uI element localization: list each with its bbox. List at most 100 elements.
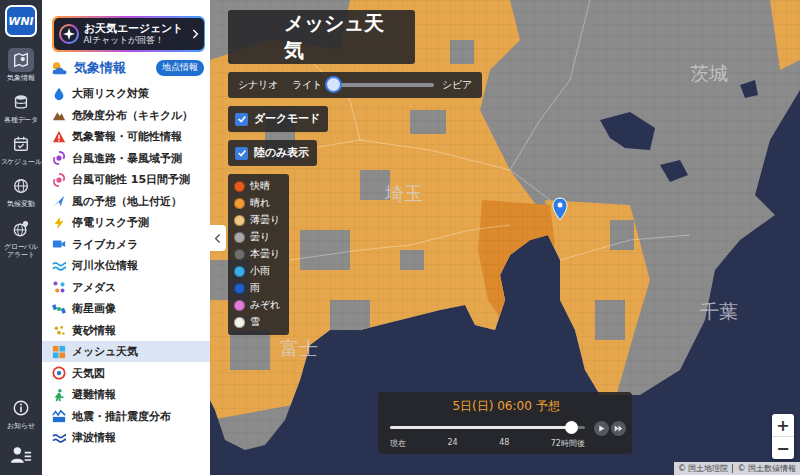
forecast-time: 5日(日) 06:00 予想 <box>386 398 626 415</box>
menu-item[interactable]: アメダス <box>42 276 210 298</box>
scenario-track[interactable] <box>330 83 434 87</box>
menu-item[interactable]: 大雨リスク対策 <box>42 83 210 105</box>
rail-item[interactable]: 各種データ <box>0 87 42 129</box>
attribution-item[interactable]: © 国土数値情報 <box>737 463 796 474</box>
zoom-button[interactable]: − <box>772 436 794 459</box>
play-icon <box>597 424 606 433</box>
legend-dot <box>234 283 245 294</box>
rail-item[interactable]: グローバル アラート <box>0 214 42 264</box>
legend-item: 本曇り <box>234 248 280 261</box>
menu-item[interactable]: 河川水位情報 <box>42 255 210 277</box>
rail-item[interactable]: 気候変動 <box>0 171 42 213</box>
legend-dot <box>234 249 245 260</box>
side-panel: お天気エージェントAIチャットが回答！気象情報地点情報大雨リスク対策危険度分布（… <box>42 0 210 475</box>
menu-item[interactable]: 風の予想（地上付近） <box>42 190 210 212</box>
legend-dot <box>234 232 245 243</box>
map-view[interactable]: 埼玉茨城千葉富士メッシュ天気シナリオライトシビアダークモード陸のみ表示快晴晴れ薄… <box>210 0 800 475</box>
agent-title: お天気エージェント <box>84 22 186 36</box>
map-label: 千葉 <box>700 300 738 322</box>
user-menu-icon <box>10 445 32 464</box>
legend-dot <box>234 215 245 226</box>
wni-logo[interactable]: WNI <box>5 5 37 37</box>
fast-forward-button[interactable] <box>611 421 626 436</box>
database-icon <box>12 93 30 111</box>
notice-button[interactable]: お知らせ <box>0 393 42 435</box>
legend-dot <box>234 181 245 192</box>
legend-dot <box>234 317 245 328</box>
checkbox[interactable] <box>235 113 248 126</box>
rail-item[interactable]: 気象情報 <box>0 45 42 87</box>
grid-icon <box>52 345 66 359</box>
menu-item[interactable]: 地震・推計震度分布 <box>42 405 210 427</box>
menu-item[interactable]: 台風進路・暴風域予測 <box>42 147 210 169</box>
sat-icon <box>52 302 66 316</box>
menu-item[interactable]: ライブカメラ <box>42 233 210 255</box>
legend-dot <box>234 300 245 311</box>
account-menu-button[interactable] <box>0 435 42 469</box>
legend-item: 曇り <box>234 231 280 244</box>
menu-item[interactable]: 台風可能性 15日間予測 <box>42 169 210 191</box>
check-icon <box>237 114 247 124</box>
play-button[interactable] <box>594 421 609 436</box>
map-icon <box>12 51 30 69</box>
menu-item[interactable]: 津波情報 <box>42 427 210 449</box>
icon-rail: WNI 気象情報各種データスケジュール気候変動グローバル アラートお知らせ <box>0 0 42 475</box>
attribution: © 国土地理院 © 国土数値情報 <box>674 462 800 475</box>
menu-item[interactable]: 避難情報 <box>42 384 210 406</box>
agent-banner[interactable]: お天気エージェントAIチャットが回答！ <box>52 16 205 52</box>
scenario-thumb[interactable] <box>327 78 340 91</box>
tri-icon <box>52 108 66 122</box>
legend-item: 薄曇り <box>234 214 280 227</box>
collapse-panel-button[interactable] <box>210 225 226 251</box>
menu-item[interactable]: 停電リスク予測 <box>42 212 210 234</box>
time-tick: 72時間後 <box>551 438 585 449</box>
chevron-right-icon <box>191 28 199 40</box>
scenario-slider[interactable]: シナリオライトシビア <box>228 72 482 98</box>
legend: 快晴晴れ薄曇り曇り本曇り小雨雨みぞれ雪 <box>228 174 289 335</box>
map-title: メッシュ天気 <box>228 10 415 64</box>
menu-item[interactable]: 危険度分布（キキクル） <box>42 104 210 126</box>
sand-icon <box>52 323 66 337</box>
location-info-button[interactable]: 地点情報 <box>156 60 204 76</box>
legend-item: 快晴 <box>234 180 280 193</box>
wave-icon <box>52 259 66 273</box>
zoom-button[interactable]: + <box>772 414 794 436</box>
circle-icon <box>52 366 66 380</box>
menu-item[interactable]: 天気図 <box>42 362 210 384</box>
spiral-icon <box>52 151 66 165</box>
globe-icon <box>12 177 30 195</box>
menu-item[interactable]: 衛星画像 <box>42 298 210 320</box>
toggle-checkbox[interactable]: 陸のみ表示 <box>228 140 317 166</box>
map-label: 埼玉 <box>384 182 423 204</box>
chevron-left-icon <box>214 233 222 244</box>
dots-icon <box>52 280 66 294</box>
menu-item[interactable]: メッシュ天気 <box>42 341 210 363</box>
bolt-icon <box>52 216 66 230</box>
menu-item[interactable]: 黄砂情報 <box>42 319 210 341</box>
toggle-checkbox[interactable]: ダークモード <box>228 106 328 132</box>
check-icon <box>237 148 247 158</box>
weather-icon <box>50 60 70 77</box>
legend-item: 小雨 <box>234 265 280 278</box>
time-slider[interactable] <box>390 426 585 429</box>
rail-item[interactable]: スケジュール <box>0 129 42 171</box>
location-pin-icon[interactable] <box>553 198 567 220</box>
zoom-control: +− <box>772 414 794 459</box>
spiral-icon <box>52 173 66 187</box>
weather-app: WNI 気象情報各種データスケジュール気候変動グローバル アラートお知らせ お天気エ… <box>0 0 800 475</box>
arrow-icon <box>52 194 66 208</box>
map-label: 富士 <box>280 337 318 359</box>
cam-icon <box>52 237 66 251</box>
map-label: 茨城 <box>690 62 728 84</box>
checkbox[interactable] <box>235 147 248 160</box>
menu-list: 大雨リスク対策危険度分布（キキクル）気象警報・可能性情報台風進路・暴風域予測台風… <box>42 83 210 449</box>
agent-subtitle: AIチャットが回答！ <box>84 35 186 46</box>
globe-alert-icon <box>12 220 30 238</box>
time-tick: 48 <box>499 438 509 449</box>
calendar-icon <box>12 135 30 153</box>
attribution-item[interactable]: © 国土地理院 <box>678 463 729 474</box>
time-thumb[interactable] <box>565 421 578 434</box>
warn-icon <box>52 130 66 144</box>
attribution-divider <box>732 464 733 473</box>
menu-item[interactable]: 気象警報・可能性情報 <box>42 126 210 148</box>
